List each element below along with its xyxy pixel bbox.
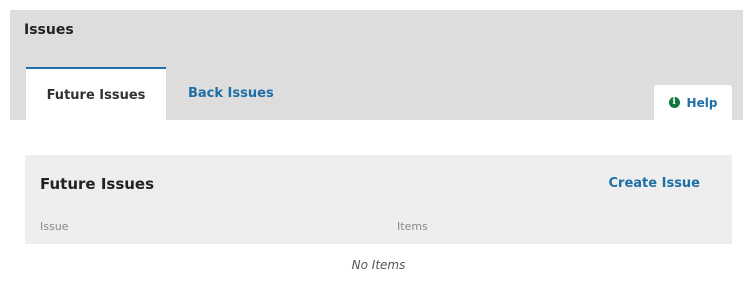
empty-message: No Items (25, 244, 732, 282)
tab-future-issues[interactable]: Future Issues (26, 67, 166, 120)
info-icon: i (668, 97, 680, 108)
help-button[interactable]: i Help (654, 85, 732, 120)
issues-header: Issues Future Issues Back Issues i Help (10, 10, 743, 120)
grid-title: Future Issues (40, 175, 155, 193)
page-title: Issues (24, 22, 74, 38)
create-issue-button[interactable]: Create Issue (609, 176, 700, 191)
tab-back-issues[interactable]: Back Issues (178, 67, 282, 120)
help-label: Help (686, 95, 718, 110)
column-header-items: Items (397, 220, 428, 233)
page: Issues Future Issues Back Issues i Help … (0, 0, 755, 282)
column-header-issue: Issue (40, 220, 69, 233)
future-issues-grid: Future Issues Create Issue Issue Items N… (25, 155, 732, 282)
